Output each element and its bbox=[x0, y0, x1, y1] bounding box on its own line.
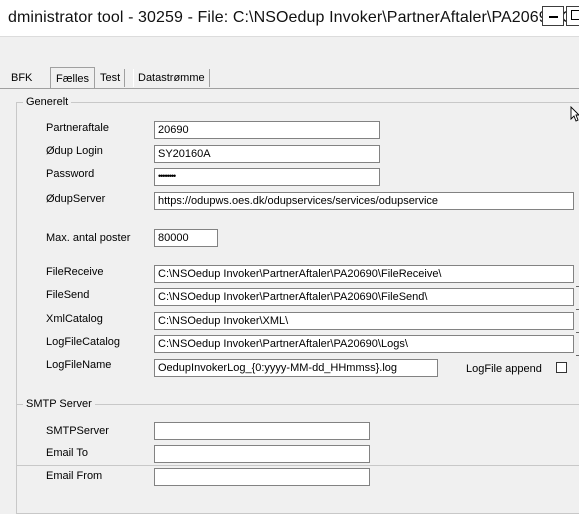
email-from-input[interactable] bbox=[154, 468, 370, 486]
tab-divider bbox=[0, 88, 579, 89]
odup-server-label: ØdupServer bbox=[46, 193, 106, 205]
email-to-label: Email To bbox=[46, 447, 88, 459]
max-antal-label: Max. antal poster bbox=[46, 232, 131, 244]
log-file-append-checkbox[interactable] bbox=[556, 362, 567, 373]
password-input[interactable]: •••••••• bbox=[154, 168, 380, 186]
odup-login-label: Ødup Login bbox=[46, 145, 103, 157]
log-file-name-input[interactable]: OedupInvokerLog_{0:yyyy-MM-dd_HHmmss}.lo… bbox=[154, 359, 438, 377]
xml-catalog-label: XmlCatalog bbox=[46, 313, 103, 325]
file-receive-input[interactable]: C:\NSOedup Invoker\PartnerAftaler\PA2069… bbox=[154, 265, 574, 283]
max-antal-input[interactable]: 80000 bbox=[154, 229, 218, 247]
group-generelt-legend: Generelt bbox=[23, 96, 72, 108]
odup-login-input[interactable]: SY20160A bbox=[154, 145, 380, 163]
tab-bfk[interactable]: BFK bbox=[8, 69, 35, 87]
minimize-icon bbox=[549, 16, 558, 18]
tab-test[interactable]: Test bbox=[97, 69, 126, 87]
maximize-button[interactable] bbox=[566, 6, 579, 26]
group-smtp-legend: SMTP Server bbox=[23, 398, 95, 410]
smtp-server-label: SMTPServer bbox=[46, 425, 109, 437]
file-send-label: FileSend bbox=[46, 289, 90, 301]
log-file-catalog-label: LogFileCatalog bbox=[46, 336, 120, 348]
window-title: dministrator tool - 30259 - File: C:\NSO… bbox=[8, 9, 579, 26]
log-file-append-label: LogFile append bbox=[466, 363, 542, 375]
file-receive-label: FileReceive bbox=[46, 266, 104, 278]
file-send-input[interactable]: C:\NSOedup Invoker\PartnerAftaler\PA2069… bbox=[154, 288, 574, 306]
email-from-label: Email From bbox=[46, 470, 103, 482]
partneraftale-input[interactable]: 20690 bbox=[154, 121, 380, 139]
email-to-input[interactable] bbox=[154, 445, 370, 463]
smtp-server-input[interactable] bbox=[154, 422, 370, 440]
minimize-button[interactable] bbox=[542, 6, 564, 26]
password-label: Password bbox=[46, 168, 95, 180]
log-file-catalog-input[interactable]: C:\NSOedup Invoker\PartnerAftaler\PA2069… bbox=[154, 335, 574, 353]
partneraftale-label: Partneraftale bbox=[46, 122, 109, 134]
maximize-icon bbox=[571, 10, 579, 20]
tab-faelles[interactable]: Fælles bbox=[50, 67, 96, 88]
log-file-name-label: LogFileName bbox=[46, 359, 112, 371]
tab-datastromme[interactable]: Datastrømme bbox=[133, 69, 210, 87]
odup-server-input[interactable]: https://odupws.oes.dk/odupservices/servi… bbox=[154, 192, 574, 210]
main-window: dministrator tool - 30259 - File: C:\NSO… bbox=[0, 0, 579, 514]
title-bar[interactable]: dministrator tool - 30259 - File: C:\NSO… bbox=[0, 0, 579, 37]
xml-catalog-input[interactable]: C:\NSOedup Invoker\XML\ bbox=[154, 312, 574, 330]
